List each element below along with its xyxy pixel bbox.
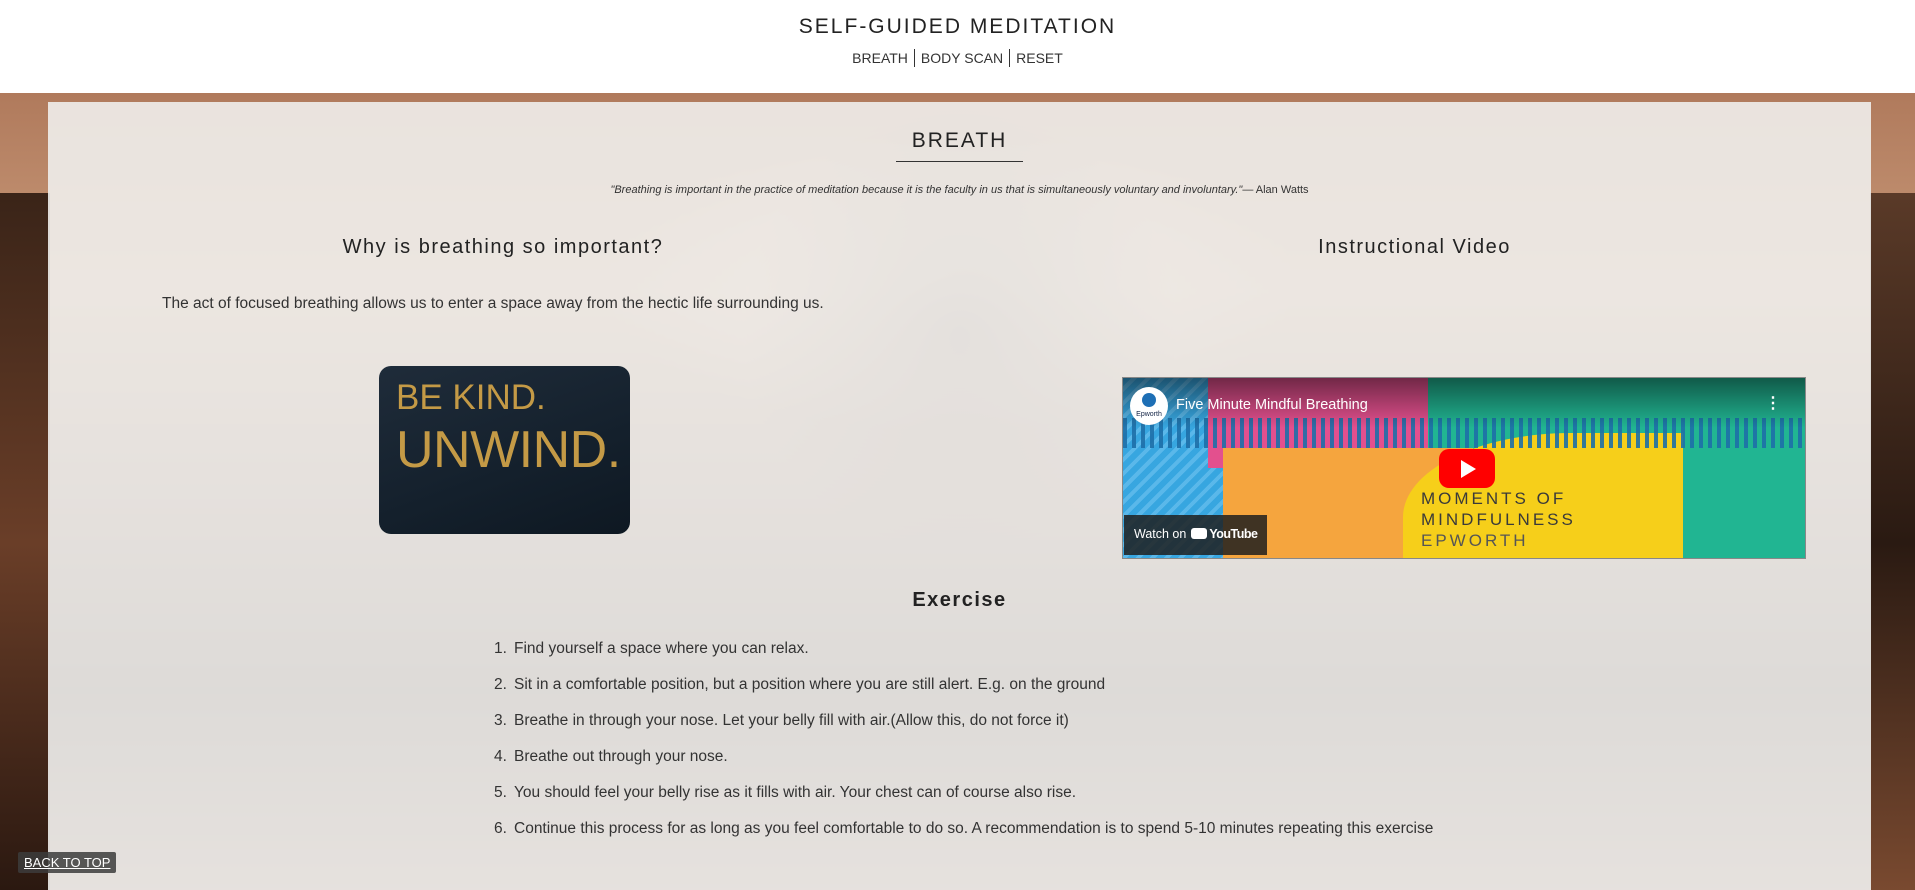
list-item: 2. Sit in a comfortable position, but a p… [494, 674, 1474, 696]
section-title: BREATH [48, 126, 1871, 162]
list-item: 4. Breathe out through your nose. [494, 746, 1474, 768]
play-button-icon[interactable] [1439, 449, 1495, 488]
image-line-1: BE KIND. [396, 378, 546, 417]
nav-reset[interactable]: RESET [1010, 49, 1069, 67]
overlay-line-3: EPWORTH [1421, 531, 1529, 550]
step-text: Sit in a comfortable position, but a pos… [514, 676, 1106, 693]
nav-breath[interactable]: BREATH [846, 49, 915, 67]
list-item: 3. Breathe in through your nose. Let your… [494, 710, 1474, 732]
site-header: SELF-GUIDED MEDITATION BREATH BODY SCAN … [0, 0, 1915, 93]
step-text: You should feel your belly rise as it fi… [514, 784, 1077, 801]
overlay-line-2: MINDFULNESS [1421, 510, 1576, 529]
quote-text: "Breathing is important in the practice … [610, 184, 1243, 196]
step-text: Continue this process for as long as you… [514, 820, 1434, 837]
site-title: SELF-GUIDED MEDITATION [798, 15, 1117, 38]
breath-section: BREATH "Breathing is important in the pr… [48, 102, 1871, 890]
background-right-edge [1870, 193, 1915, 890]
watch-on-youtube-button[interactable]: Watch on YouTube [1124, 515, 1267, 555]
watch-on-label: Watch on [1134, 527, 1187, 541]
quote: "Breathing is important in the practice … [48, 184, 1871, 196]
nav-body-scan[interactable]: BODY SCAN [915, 49, 1011, 67]
step-text: Find yourself a space where you can rela… [514, 640, 809, 657]
youtube-video-embed[interactable]: Epworth Five Minute Mindful Breathing ⋮ … [1122, 377, 1806, 559]
list-item: 1. Find yourself a space where you can re… [494, 638, 1474, 660]
instructional-video-heading: Instructional Video [1318, 236, 1511, 258]
image-line-2: UNWIND. [396, 421, 621, 479]
main-nav: BREATH BODY SCAN RESET [0, 49, 1915, 67]
channel-logo-icon[interactable]: Epworth [1130, 387, 1168, 425]
youtube-logo-icon: YouTube [1191, 527, 1258, 541]
why-breathing-heading: Why is breathing so important? [342, 236, 664, 258]
exercise-steps: 1. Find yourself a space where you can re… [494, 638, 1474, 854]
quote-author: — Alan Watts [1242, 184, 1309, 196]
why-breathing-text: The act of focused breathing allows us t… [162, 295, 824, 312]
more-options-icon[interactable]: ⋮ [1765, 393, 1781, 413]
section-title-text: BREATH [895, 129, 1024, 162]
list-item: 6. Continue this process for as long as y… [494, 818, 1474, 840]
video-overlay-text: MOMENTS OF MINDFULNESS EPWORTH [1421, 488, 1576, 551]
video-title[interactable]: Five Minute Mindful Breathing [1176, 397, 1368, 413]
be-kind-unwind-image: BE KIND. UNWIND. [379, 366, 630, 534]
overlay-line-1: MOMENTS OF [1421, 489, 1567, 508]
exercise-heading: Exercise [912, 589, 1007, 611]
list-item: 5. You should feel your belly rise as it … [494, 782, 1474, 804]
step-text: Breathe out through your nose. [514, 748, 728, 765]
background-left-edge [0, 193, 50, 890]
back-to-top-button[interactable]: BACK TO TOP [18, 852, 117, 873]
step-text: Breathe in through your nose. Let your b… [514, 712, 1069, 729]
right-column: Instructional Video Epworth Five Minute … [958, 236, 1871, 559]
left-column: Why is breathing so important? The act o… [48, 236, 958, 534]
